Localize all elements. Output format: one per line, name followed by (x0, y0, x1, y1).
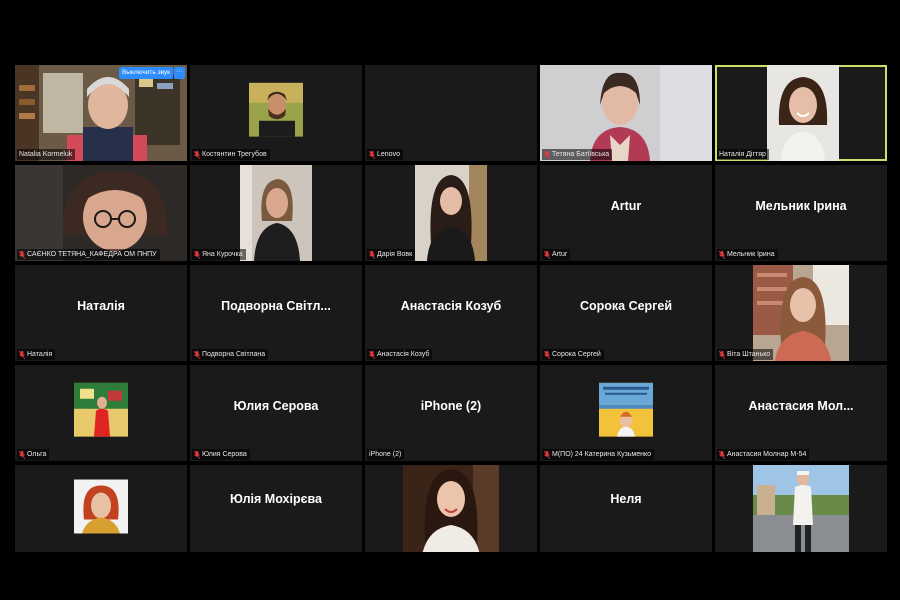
mic-muted-icon (368, 350, 376, 359)
participant-video (249, 82, 303, 137)
participant-display-name: Подворна Світл... (221, 299, 331, 313)
participant-display-name: Artur (610, 199, 642, 213)
participant-tile[interactable]: Юлія Мохірєва (190, 465, 362, 552)
participant-display-name (365, 65, 537, 147)
participant-name-label: Дарія Вовк (367, 249, 416, 260)
participant-video (15, 165, 187, 261)
participant-display-name: Сорока Сергей (579, 299, 673, 313)
participant-video (240, 165, 312, 261)
participant-name-label: Natalia Kormeluk (17, 149, 76, 160)
participant-name-label: Віта Штанько (717, 349, 774, 360)
participant-name-label: Яна Курочка (192, 249, 246, 260)
participant-name-label: Анастасія Козуб (367, 349, 433, 360)
participant-tile[interactable]: Artur Artur (540, 165, 712, 261)
participant-name-label: Костянтин Трегубов (192, 149, 270, 160)
participant-video (753, 265, 849, 361)
participant-display-name: Анастасія Козуб (400, 299, 502, 313)
participant-name-label: Тетяна Батіївська (542, 149, 613, 160)
participant-tile[interactable]: Анастасия Мол... Анастасия Молнар М-54 (715, 365, 887, 461)
participant-tile[interactable]: Віта Штанько (715, 265, 887, 361)
participant-display-name: Юлия Серова (233, 399, 319, 413)
more-icon[interactable]: ··· (174, 67, 185, 79)
participant-display-name: Мельник Ірина (755, 199, 847, 213)
mic-muted-icon (193, 450, 201, 459)
participant-video (74, 479, 128, 534)
participant-video (540, 65, 712, 161)
participant-tile[interactable]: Lenovo (365, 65, 537, 161)
participant-tile[interactable]: Наталія Наталія (15, 265, 187, 361)
participant-tile[interactable]: Неля (540, 465, 712, 552)
participant-tile[interactable]: Мельник Ірина Мельник Ірина (715, 165, 887, 261)
participant-name-label: iPhone (2) (367, 449, 405, 460)
participant-display-name: Наталія (77, 299, 125, 313)
participant-name-label: Юлия Серова (192, 449, 250, 460)
video-grid: Выключить звук ··· Natalia Kormeluk Кост… (15, 65, 888, 552)
participant-name-label: САЄНКО ТЕТЯНА_КАФЕДРА ОМ ПНПУ (17, 249, 160, 260)
participant-video (415, 165, 487, 261)
participant-tile[interactable]: Дарія Вовк (365, 165, 537, 261)
participant-display-name: Юлія Мохірєва (230, 492, 322, 506)
unmute-button[interactable]: Выключить звук (118, 67, 173, 79)
participant-name-label: Мельник Ірина (717, 249, 778, 260)
mic-muted-icon (543, 350, 551, 359)
mic-muted-icon (543, 150, 551, 159)
participant-name-label: Lenovo (367, 149, 403, 160)
participant-tile[interactable] (365, 465, 537, 552)
participant-tile[interactable]: Выключить звук ··· Natalia Kormeluk (15, 65, 187, 161)
participant-tile[interactable]: М(ПО) 24 Катерина Кузьменко (540, 365, 712, 461)
mic-muted-icon (718, 450, 726, 459)
mic-muted-icon (543, 450, 551, 459)
participant-display-name: Неля (610, 492, 642, 506)
mic-muted-icon (543, 250, 551, 259)
mic-muted-icon (18, 450, 26, 459)
mic-muted-icon (718, 350, 726, 359)
participant-tile[interactable]: Костянтин Трегубов (190, 65, 362, 161)
participant-name-label: Анастасия Молнар М-54 (717, 449, 810, 460)
participant-video (15, 65, 187, 161)
participant-name-label: Наталія Дігтяр (717, 149, 769, 160)
participant-tile-active-speaker[interactable]: Наталія Дігтяр (715, 65, 887, 161)
mic-muted-icon (718, 250, 726, 259)
participant-name-label: Подворна Світлана (192, 349, 269, 360)
participant-tile[interactable]: Сорока Сергей Сорока Сергей (540, 265, 712, 361)
mic-muted-icon (18, 350, 26, 359)
participant-tile[interactable]: Подворна Світл... Подворна Світлана (190, 265, 362, 361)
participant-tile[interactable] (15, 465, 187, 552)
participant-display-name: Анастасия Мол... (748, 399, 854, 413)
participant-video (599, 382, 653, 437)
mic-muted-icon (193, 350, 201, 359)
participant-tile[interactable]: Яна Курочка (190, 165, 362, 261)
participant-video (753, 465, 849, 552)
mic-muted-icon (18, 250, 26, 259)
participant-tile[interactable]: iPhone (2) iPhone (2) (365, 365, 537, 461)
participant-name-label: Artur (542, 249, 571, 260)
participant-tile[interactable]: Анастасія Козуб Анастасія Козуб (365, 265, 537, 361)
participant-tile[interactable]: Тетяна Батіївська (540, 65, 712, 161)
participant-video (767, 65, 839, 161)
participant-name-label: Ольга (17, 449, 50, 460)
mic-muted-icon (193, 250, 201, 259)
mic-muted-icon (368, 150, 376, 159)
participant-video (403, 465, 499, 552)
participant-display-name: iPhone (2) (420, 399, 482, 413)
participant-name-label: Сорока Сергей (542, 349, 604, 360)
participant-tile[interactable]: Юлия Серова Юлия Серова (190, 365, 362, 461)
participant-tile[interactable]: Ольга (15, 365, 187, 461)
participant-video (74, 382, 128, 437)
participant-tile[interactable] (715, 465, 887, 552)
mic-muted-icon (368, 250, 376, 259)
participant-name-label: М(ПО) 24 Катерина Кузьменко (542, 449, 655, 460)
participant-name-label: Наталія (17, 349, 56, 360)
mic-muted-icon (193, 150, 201, 159)
participant-tile[interactable]: САЄНКО ТЕТЯНА_КАФЕДРА ОМ ПНПУ (15, 165, 187, 261)
